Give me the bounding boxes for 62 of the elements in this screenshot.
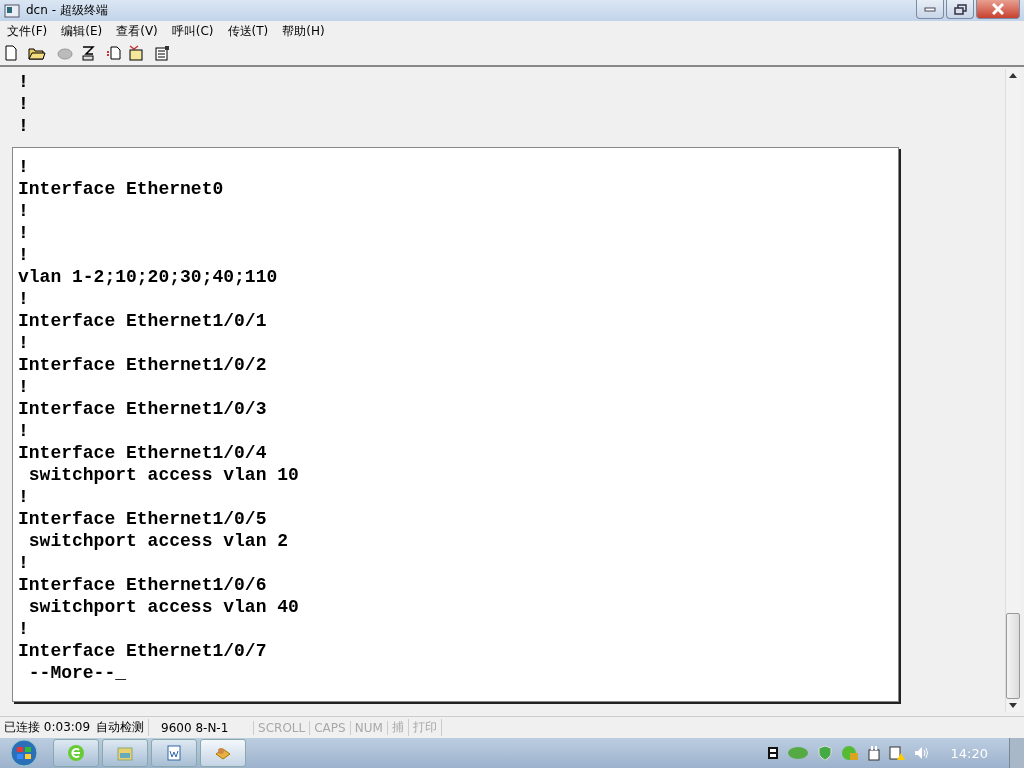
terminal-line: ! xyxy=(18,244,30,266)
terminal-line: ! xyxy=(18,156,30,178)
status-pane: CAPS xyxy=(310,720,351,735)
terminal-line: Interface Ethernet1/0/2 xyxy=(18,354,268,376)
terminal-line: Interface Ethernet1/0/4 xyxy=(18,442,268,464)
restore-icon[interactable] xyxy=(953,3,967,15)
terminal-line: ! xyxy=(18,200,30,222)
menu-item[interactable]: 呼叫(C) xyxy=(164,22,221,40)
minimize-button[interactable] xyxy=(916,0,944,19)
status-pane: 打印 xyxy=(408,719,442,736)
terminal-line: ! xyxy=(18,376,30,398)
terminal-line: ! xyxy=(18,288,30,310)
app-icon xyxy=(4,3,20,18)
terminal-line: ! xyxy=(18,420,30,442)
window-title: dcn - 超级终端 xyxy=(26,2,108,19)
terminal-line: ! xyxy=(18,486,30,508)
status-pane: 9600 8-N-1 xyxy=(149,720,255,735)
menu-item[interactable]: 编辑(E) xyxy=(54,22,110,40)
close-icon[interactable] xyxy=(992,3,1004,15)
status-pane: 自动检测 xyxy=(92,719,150,736)
status-pane: SCROLL xyxy=(254,720,311,735)
menu-item[interactable]: 传送(T) xyxy=(220,22,276,40)
terminal-line: Interface Ethernet1/0/7 xyxy=(18,640,268,662)
restore-button[interactable] xyxy=(946,0,974,19)
status-pane: NUM xyxy=(350,720,388,735)
properties-icon[interactable] xyxy=(154,45,170,61)
terminal-line: Interface Ethernet1/0/3 xyxy=(18,398,268,420)
terminal-line: Interface Ethernet1/0/5 xyxy=(18,508,268,530)
phone-icon xyxy=(56,45,74,61)
close-button[interactable] xyxy=(976,0,1020,19)
document-icon[interactable] xyxy=(151,739,197,767)
scroll-up-arrow-icon[interactable] xyxy=(1009,73,1017,78)
terminal-line: vlan 1-2;10;20;30;40;110 xyxy=(18,266,279,288)
terminal-line: ! xyxy=(18,115,30,137)
status-pane: 已连接 0:03:09 xyxy=(3,719,92,736)
menu-item[interactable]: 帮助(H) xyxy=(275,22,332,40)
minimize-icon[interactable] xyxy=(924,6,936,12)
terminal-line: ! xyxy=(18,222,30,244)
scroll-down-arrow-icon[interactable] xyxy=(1009,703,1017,708)
scroll-thumb[interactable] xyxy=(1006,613,1020,699)
terminal-line: --More--_ xyxy=(27,662,128,684)
menu-item[interactable]: 查看(V) xyxy=(109,22,165,40)
terminal-line: ! xyxy=(18,71,30,93)
terminal-line: Interface Ethernet0 xyxy=(18,178,225,200)
terminal-line: ! xyxy=(18,618,30,640)
terminal-line: ! xyxy=(18,552,30,574)
network-warning-icon[interactable] xyxy=(888,745,905,761)
terminal-app-icon[interactable] xyxy=(200,739,246,767)
browser-icon[interactable] xyxy=(53,739,99,767)
terminal-line: switchport access vlan 10 xyxy=(27,464,300,486)
terminal-line: ! xyxy=(18,332,30,354)
terminal-line: Interface Ethernet1/0/1 xyxy=(18,310,268,332)
open-folder-icon[interactable] xyxy=(28,45,46,61)
terminal-line: Interface Ethernet1/0/6 xyxy=(18,574,268,596)
terminal-line: switchport access vlan 40 xyxy=(27,596,300,618)
terminal-line: ! xyxy=(18,93,30,115)
terminal-line: switchport access vlan 2 xyxy=(27,530,290,552)
power-plug-icon[interactable] xyxy=(866,745,881,761)
status-pane: 捕 xyxy=(387,719,409,736)
new-document-icon[interactable] xyxy=(4,45,18,61)
film-icon[interactable] xyxy=(766,746,779,760)
menu-item[interactable]: 文件(F) xyxy=(0,22,55,40)
